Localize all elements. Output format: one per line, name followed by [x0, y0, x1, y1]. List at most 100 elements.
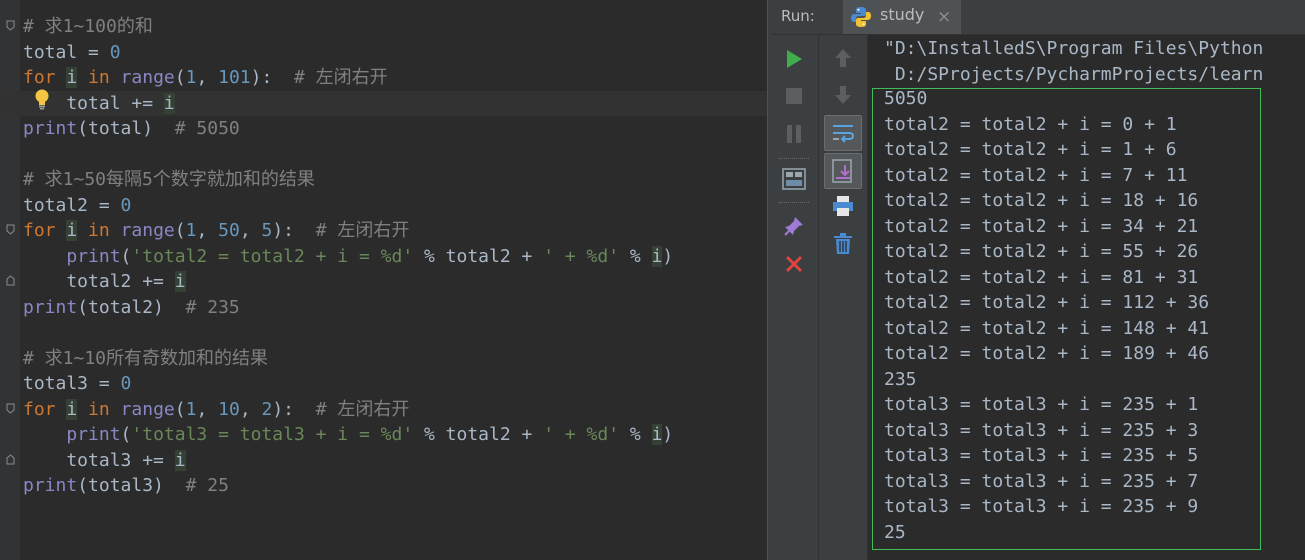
code-editor[interactable]: # 求1~100的和 total = 0 for i in range(1, 101… [0, 0, 767, 560]
code-line[interactable]: print(total) # 5050 [23, 116, 767, 142]
code-token: % [619, 424, 652, 445]
code-token: in [77, 398, 121, 420]
code-token: ) [662, 424, 674, 445]
soft-wrap-icon[interactable] [824, 115, 862, 151]
console-line: total3 = total3 + i = 235 + 3 [884, 419, 1199, 441]
code-line[interactable] [23, 320, 767, 346]
code-token: i [163, 92, 175, 114]
console-line: total2 = total2 + i = 81 + 31 [884, 266, 1199, 288]
pause-icon[interactable] [781, 121, 807, 147]
close-tab-icon[interactable]: × [937, 7, 951, 27]
code-token: ): [272, 398, 316, 420]
code-token: range [120, 220, 175, 241]
rerun-icon[interactable] [781, 46, 807, 72]
console-output[interactable]: "D:\InstalledS\Program Files\Python D:/S… [868, 35, 1305, 560]
toolbar-separator [779, 202, 809, 204]
code-token: , [196, 398, 219, 420]
code-token: total3 += [23, 449, 175, 471]
fold-icon[interactable] [6, 275, 15, 286]
code-line[interactable]: for i in range(1, 10, 2): # 左闭右开 [23, 397, 767, 423]
stop-icon[interactable] [781, 83, 807, 109]
code-line[interactable]: print(total2) # 235 [23, 295, 767, 321]
code-token: # 左闭右开 [315, 220, 410, 241]
code-token: ): [250, 67, 294, 88]
code-token: (total3) [77, 475, 186, 496]
code-line[interactable]: total3 += i [23, 448, 767, 474]
console-line: total3 = total3 + i = 235 + 7 [884, 470, 1199, 492]
fold-icon[interactable] [6, 224, 15, 235]
close-run-icon[interactable] [781, 251, 807, 277]
code-token: for [23, 398, 67, 420]
code-token: # 5050 [174, 118, 240, 139]
pin-icon[interactable] [781, 213, 807, 239]
run-tab-study[interactable]: study × [843, 0, 961, 34]
code-token: 1 [185, 220, 197, 241]
code-token: # 求1~10所有奇数加和的结果 [23, 347, 269, 369]
code-line[interactable]: total3 = 0 [23, 371, 767, 397]
console-line: total2 = total2 + i = 112 + 36 [884, 292, 1210, 313]
down-arrow-icon[interactable] [830, 82, 856, 108]
code-token: ): [272, 220, 316, 241]
code-line[interactable]: print('total3 = total3 + i = %d' % total… [23, 422, 767, 448]
console-line: total2 = total2 + i = 1 + 6 [884, 139, 1177, 160]
code-line[interactable]: # 求1~100的和 [23, 14, 767, 40]
lightbulb-icon[interactable] [34, 88, 50, 110]
code-line[interactable] [23, 142, 767, 168]
console-line: total2 = total2 + i = 34 + 21 [884, 215, 1199, 237]
code-line[interactable]: total += i [0, 90, 767, 116]
code-token: in [77, 220, 121, 241]
code-line[interactable]: # 求1~50每隔5个数字就加和的结果 [23, 167, 767, 193]
scroll-to-end-icon[interactable] [824, 153, 862, 189]
code-line[interactable]: total2 = 0 [23, 193, 767, 219]
code-token: ' + %d' [543, 245, 620, 267]
code-area[interactable]: # 求1~100的和 total = 0 for i in range(1, 101… [0, 14, 767, 499]
code-token: % [619, 245, 652, 267]
up-arrow-icon[interactable] [830, 45, 856, 71]
code-token: # 左闭右开 [294, 67, 388, 88]
console-line: total2 = total2 + i = 148 + 41 [884, 317, 1210, 339]
code-token: % total2 + [413, 245, 544, 267]
console-line: 235 [884, 368, 917, 390]
code-line[interactable]: total = 0 [23, 40, 767, 66]
code-token: , [196, 220, 219, 241]
code-line[interactable]: for i in range(1, 101): # 左闭右开 [23, 65, 767, 91]
code-token: ' + %d' [543, 424, 620, 445]
code-token: ( [174, 398, 186, 420]
layout-icon[interactable] [781, 166, 807, 192]
code-token: (total) [77, 118, 175, 139]
trash-icon[interactable] [830, 231, 856, 257]
code-line[interactable]: print(total3) # 25 [23, 473, 767, 499]
code-token: print [23, 296, 78, 318]
run-toolbar-primary [771, 35, 819, 560]
code-token: ( [174, 220, 186, 241]
fold-icon[interactable] [6, 454, 15, 465]
console-line: total3 = total3 + i = 235 + 9 [884, 496, 1199, 517]
console-line: 5050 [884, 88, 928, 109]
print-icon[interactable] [830, 193, 856, 219]
run-header: Run: study × [771, 0, 1305, 35]
code-token: i [651, 245, 663, 267]
fold-icon[interactable] [6, 20, 15, 31]
code-line[interactable]: # 求1~10所有奇数加和的结果 [23, 346, 767, 372]
code-token: # 求1~50每隔5个数字就加和的结果 [23, 169, 315, 190]
code-token: ( [120, 245, 132, 267]
code-token: i [66, 398, 78, 420]
code-token: total2 = [23, 194, 121, 216]
code-token: ( [120, 424, 132, 445]
code-token: , [239, 220, 262, 241]
code-token: for [23, 67, 67, 88]
console-line: total2 = total2 + i = 0 + 1 [884, 113, 1177, 135]
code-token: (total2) [77, 296, 186, 318]
code-token: # 求1~100的和 [23, 16, 153, 37]
code-line[interactable]: total2 += i [23, 269, 767, 295]
code-token: i [66, 220, 78, 241]
fold-icon[interactable] [6, 403, 15, 414]
code-line[interactable]: for i in range(1, 50, 5): # 左闭右开 [23, 218, 767, 244]
run-label: Run: [781, 7, 815, 25]
code-line[interactable]: print('total2 = total2 + i = %d' % total… [23, 244, 767, 270]
code-token: 5 [261, 220, 273, 241]
code-token: 0 [109, 41, 121, 63]
code-token: # 235 [185, 296, 240, 318]
